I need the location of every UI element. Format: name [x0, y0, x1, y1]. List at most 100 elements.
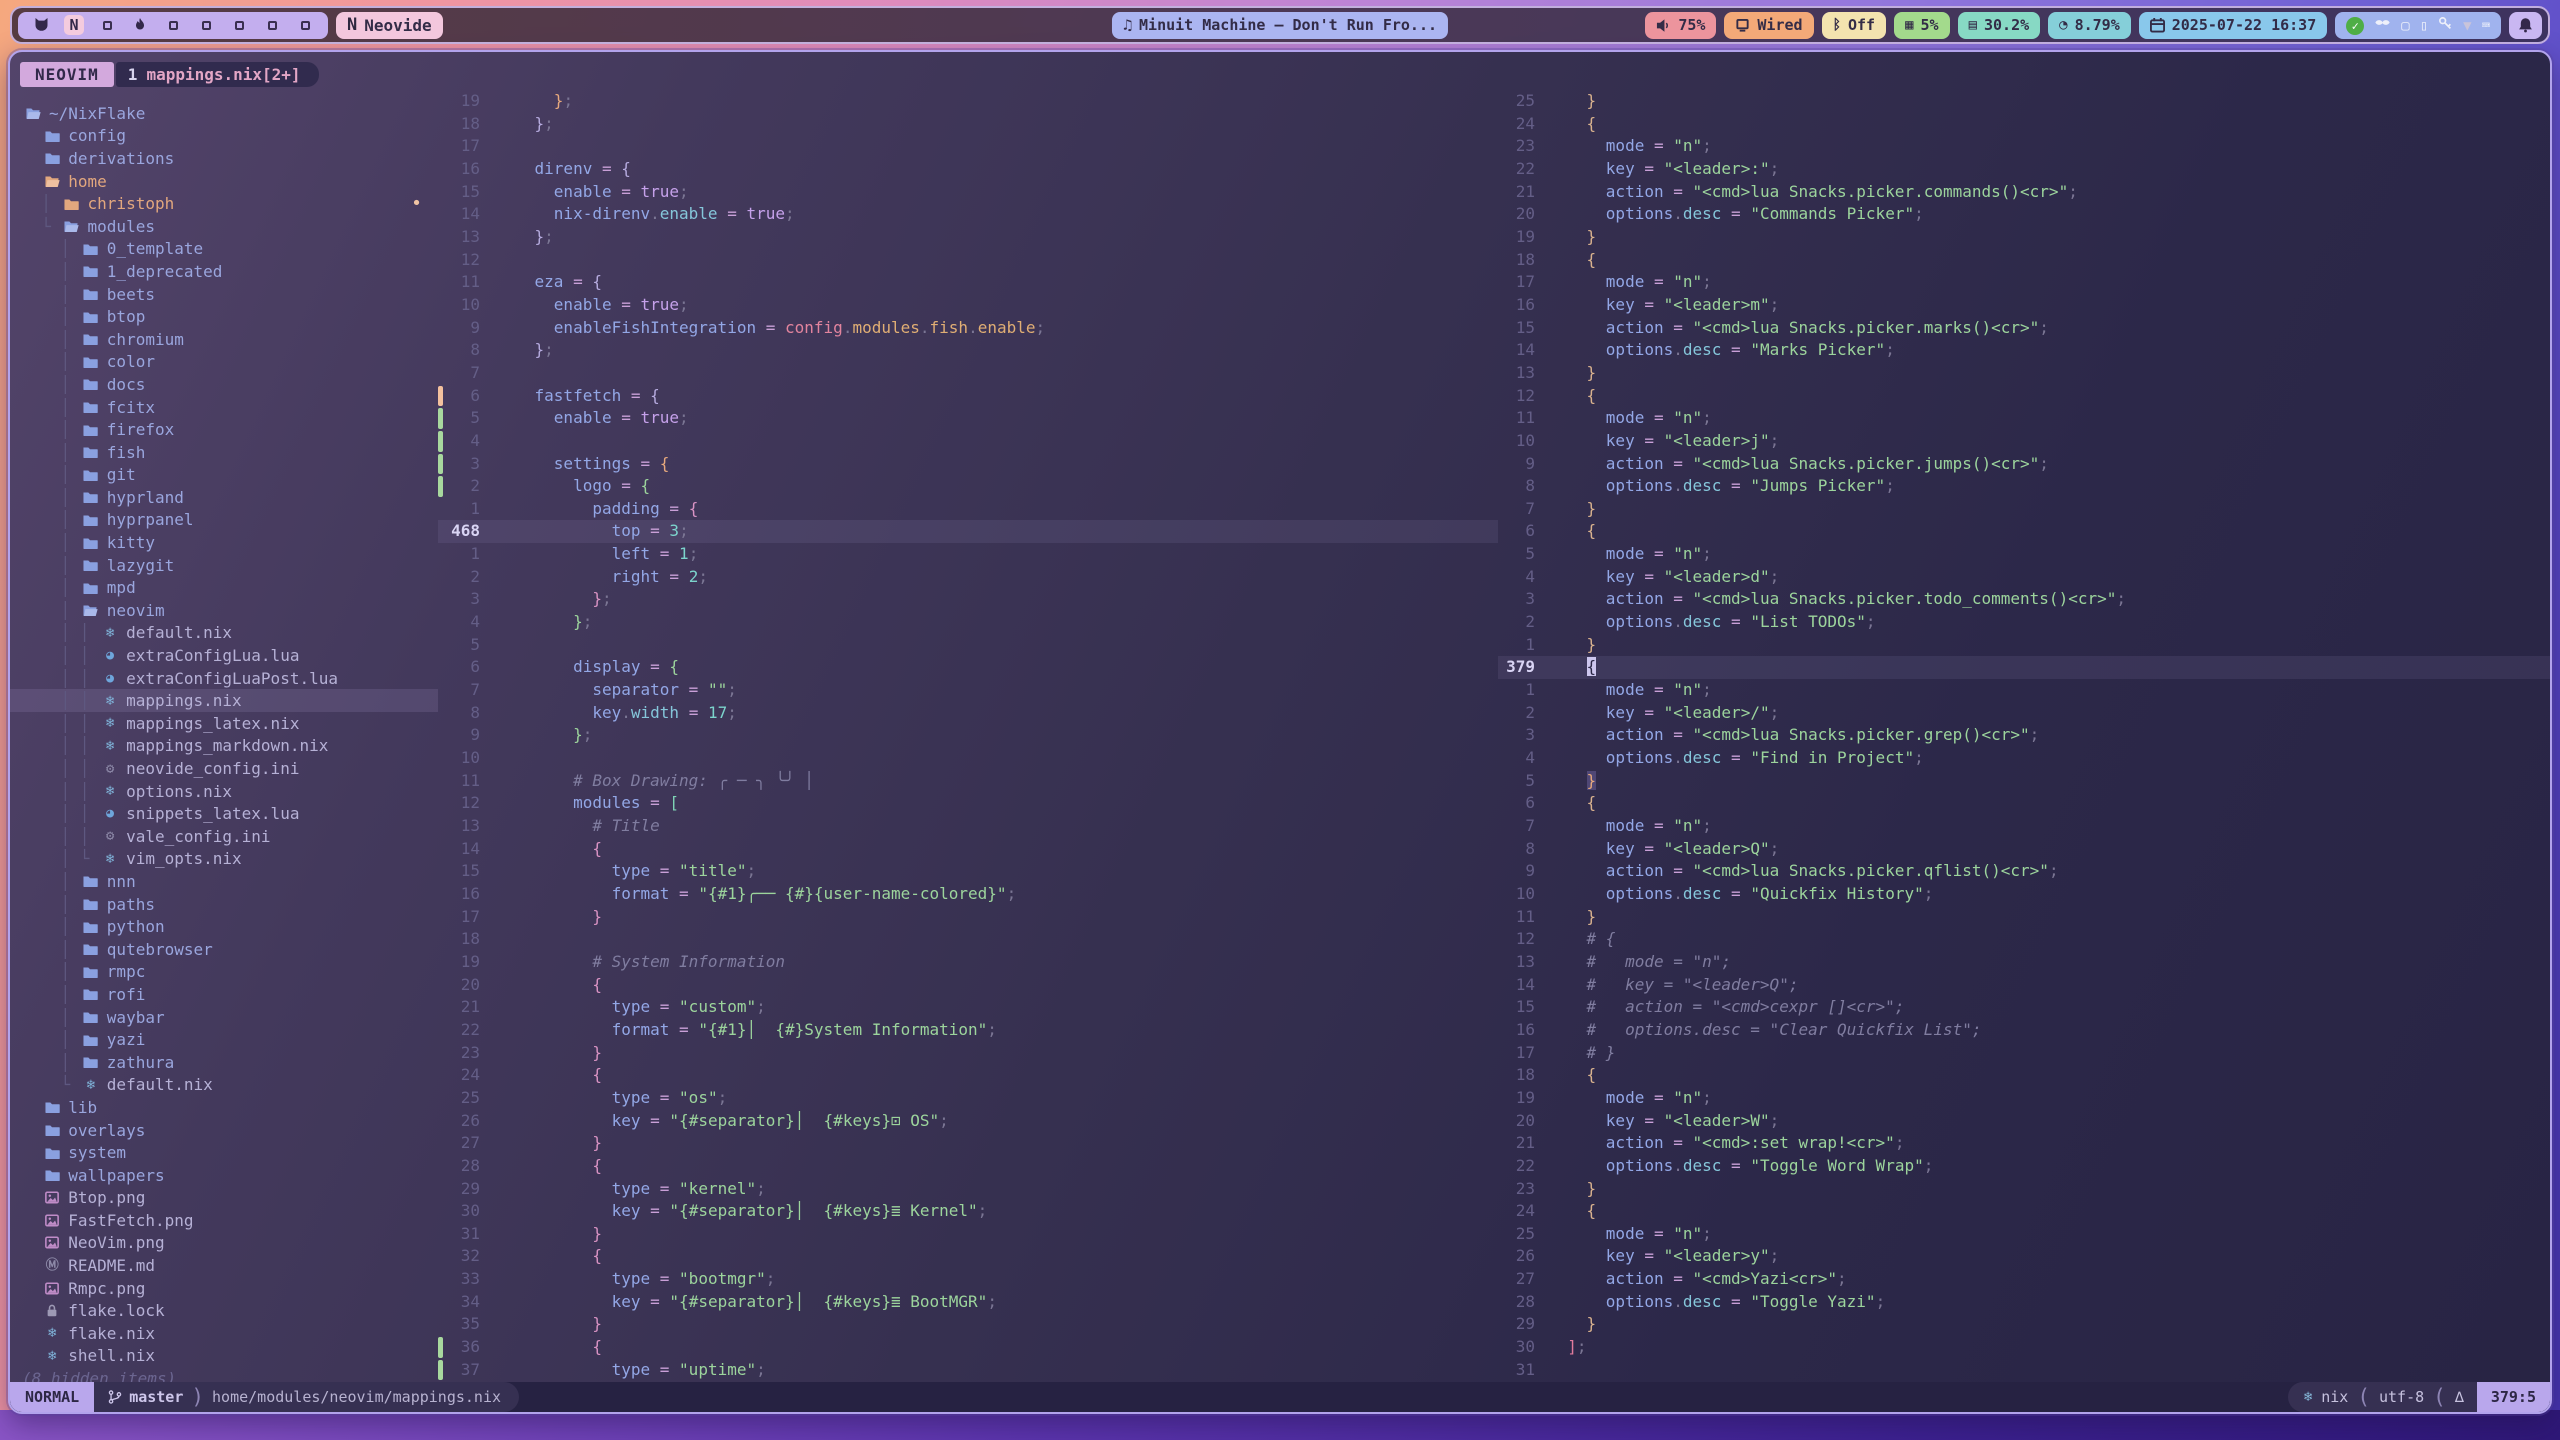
- code-line[interactable]: 10 enable = true;: [438, 294, 1498, 317]
- code-line[interactable]: 15 # action = "<cmd>cexpr []<cr>";: [1498, 996, 2550, 1019]
- code-line[interactable]: 34 key = "{#separator}│ {#keys}≣ BootMGR…: [438, 1291, 1498, 1314]
- tree-item[interactable]: │ hyprland: [10, 486, 438, 509]
- code-line[interactable]: 28 options.desc = "Toggle Yazi";: [1498, 1291, 2550, 1314]
- tree-item[interactable]: │ │ ◕extraConfigLua.lua: [10, 644, 438, 667]
- code-line[interactable]: 28 {: [438, 1155, 1498, 1178]
- tree-item[interactable]: │ mpd: [10, 576, 438, 599]
- tree-item[interactable]: home: [10, 170, 438, 193]
- code-line[interactable]: 19 }: [1498, 226, 2550, 249]
- code-line[interactable]: 2 right = 2;: [438, 566, 1498, 589]
- tree-item[interactable]: │ yazi: [10, 1028, 438, 1051]
- code-line[interactable]: 19 mode = "n";: [1498, 1087, 2550, 1110]
- code-line[interactable]: 26 key = "<leader>y";: [1498, 1245, 2550, 1268]
- tree-item[interactable]: │ └ ❄vim_opts.nix: [10, 848, 438, 871]
- code-line[interactable]: 468 top = 3;: [438, 520, 1498, 543]
- code-line[interactable]: 19 # System Information: [438, 951, 1498, 974]
- code-line[interactable]: 8 };: [438, 339, 1498, 362]
- code-line[interactable]: 37 type = "uptime";: [438, 1359, 1498, 1382]
- code-line[interactable]: 3 action = "<cmd>lua Snacks.picker.todo_…: [1498, 588, 2550, 611]
- code-line[interactable]: 36 {: [438, 1336, 1498, 1359]
- code-line[interactable]: 18 {: [1498, 1064, 2550, 1087]
- code-line[interactable]: 4 };: [438, 611, 1498, 634]
- code-line[interactable]: 14 nix-direnv.enable = true;: [438, 203, 1498, 226]
- code-line[interactable]: 15 action = "<cmd>lua Snacks.picker.mark…: [1498, 317, 2550, 340]
- module-disk[interactable]: ◔8.79%: [2048, 12, 2131, 39]
- code-line[interactable]: 21 action = "<cmd>:set wrap!<cr>";: [1498, 1132, 2550, 1155]
- tree-item[interactable]: │ │ ⚙vale_config.ini: [10, 825, 438, 848]
- music-player[interactable]: ♫ Minuit Machine – Don't Run Fro...: [1112, 12, 1448, 39]
- code-line[interactable]: 6 {: [1498, 792, 2550, 815]
- code-line[interactable]: 16 format = "{#1}╭── {#}{user-name-color…: [438, 883, 1498, 906]
- tree-item[interactable]: │ beets: [10, 283, 438, 306]
- tree-item[interactable]: NeoVim.png: [10, 1232, 438, 1255]
- tree-item[interactable]: flake.lock: [10, 1299, 438, 1322]
- code-line[interactable]: 29 }: [1498, 1313, 2550, 1336]
- code-line[interactable]: 7 separator = "";: [438, 679, 1498, 702]
- workspace-3[interactable]: [97, 15, 117, 35]
- code-line[interactable]: 23 mode = "n";: [1498, 135, 2550, 158]
- workspace-1[interactable]: [31, 15, 51, 35]
- code-line[interactable]: 30 key = "{#separator}│ {#keys}≣ Kernel"…: [438, 1200, 1498, 1223]
- module-memory[interactable]: ▤30.2%: [1958, 12, 2041, 39]
- code-line[interactable]: 4: [438, 430, 1498, 453]
- code-line[interactable]: 11 eza = {: [438, 271, 1498, 294]
- code-line[interactable]: 18: [438, 928, 1498, 951]
- code-line[interactable]: 7 mode = "n";: [1498, 815, 2550, 838]
- notifications-button[interactable]: [2509, 12, 2542, 39]
- code-line[interactable]: 6 display = {: [438, 656, 1498, 679]
- code-line[interactable]: 1 padding = {: [438, 498, 1498, 521]
- code-line[interactable]: 10 key = "<leader>j";: [1498, 430, 2550, 453]
- code-line[interactable]: 23 }: [438, 1042, 1498, 1065]
- code-line[interactable]: 8 options.desc = "Jumps Picker";: [1498, 475, 2550, 498]
- tree-item[interactable]: │ paths: [10, 893, 438, 916]
- tree-item[interactable]: lib: [10, 1096, 438, 1119]
- workspace-8[interactable]: [262, 15, 282, 35]
- tray-keyboard[interactable]: ⌨: [2482, 16, 2490, 34]
- code-line[interactable]: 12: [438, 249, 1498, 272]
- workspace-9[interactable]: [295, 15, 315, 35]
- code-line[interactable]: 3 };: [438, 588, 1498, 611]
- code-line[interactable]: 30 ];: [1498, 1336, 2550, 1359]
- code-line[interactable]: 5 enable = true;: [438, 407, 1498, 430]
- code-line[interactable]: 17 mode = "n";: [1498, 271, 2550, 294]
- code-line[interactable]: 1 mode = "n";: [1498, 679, 2550, 702]
- tree-item[interactable]: │ rofi: [10, 983, 438, 1006]
- code-line[interactable]: 31 }: [438, 1223, 1498, 1246]
- tree-item[interactable]: │ │ ❄mappings_latex.nix: [10, 712, 438, 735]
- tree-item[interactable]: │ waybar: [10, 1006, 438, 1029]
- tree-item[interactable]: Rmpc.png: [10, 1277, 438, 1300]
- code-line[interactable]: 14 options.desc = "Marks Picker";: [1498, 339, 2550, 362]
- code-line[interactable]: 12 {: [1498, 385, 2550, 408]
- tree-item[interactable]: config: [10, 125, 438, 148]
- code-line[interactable]: 2 key = "<leader>/";: [1498, 702, 2550, 725]
- code-line[interactable]: 24 {: [438, 1064, 1498, 1087]
- code-line[interactable]: 7: [438, 362, 1498, 385]
- code-line[interactable]: 5 }: [1498, 770, 2550, 793]
- code-line[interactable]: 3 action = "<cmd>lua Snacks.picker.grep(…: [1498, 724, 2550, 747]
- code-line[interactable]: 11 }: [1498, 906, 2550, 929]
- code-line[interactable]: 24 {: [1498, 113, 2550, 136]
- code-line[interactable]: 8 key.width = 17;: [438, 702, 1498, 725]
- workspace-5[interactable]: [163, 15, 183, 35]
- code-line[interactable]: 17 }: [438, 906, 1498, 929]
- tray-check-badge[interactable]: ✓: [2346, 16, 2364, 35]
- tree-item[interactable]: │ docs: [10, 373, 438, 396]
- tree-item[interactable]: │ neovim: [10, 599, 438, 622]
- tree-item[interactable]: │ christoph•: [10, 192, 438, 215]
- code-line[interactable]: 17: [438, 135, 1498, 158]
- code-line[interactable]: 22 options.desc = "Toggle Word Wrap";: [1498, 1155, 2550, 1178]
- tree-item[interactable]: ~/NixFlake: [10, 102, 438, 125]
- tree-item[interactable]: │ │ ◕snippets_latex.lua: [10, 802, 438, 825]
- tree-item[interactable]: │ qutebrowser: [10, 938, 438, 961]
- tree-item[interactable]: │ 1_deprecated: [10, 260, 438, 283]
- code-line[interactable]: 25 type = "os";: [438, 1087, 1498, 1110]
- code-line[interactable]: 12 modules = [: [438, 792, 1498, 815]
- code-line[interactable]: 6 fastfetch = {: [438, 385, 1498, 408]
- module-bluetooth[interactable]: ᛒOff: [1822, 12, 1887, 39]
- tree-item[interactable]: (8 hidden items): [10, 1367, 438, 1382]
- tree-item[interactable]: │ kitty: [10, 531, 438, 554]
- tree-item[interactable]: Btop.png: [10, 1187, 438, 1210]
- code-line[interactable]: 16 direnv = {: [438, 158, 1498, 181]
- tree-item[interactable]: │ git: [10, 464, 438, 487]
- code-line[interactable]: 19 };: [438, 90, 1498, 113]
